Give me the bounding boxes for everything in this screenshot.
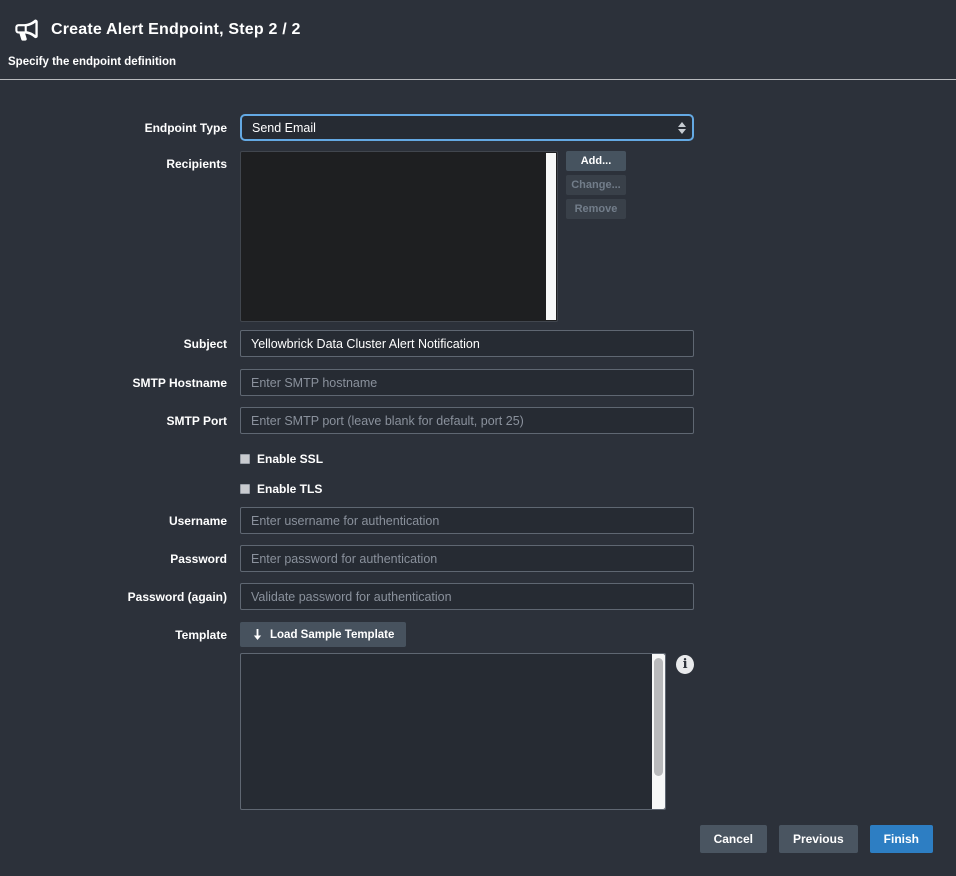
endpoint-type-value: Send Email bbox=[252, 121, 316, 135]
smtp-port-row: SMTP Port bbox=[0, 407, 956, 434]
smtp-hostname-row: SMTP Hostname bbox=[0, 369, 956, 396]
endpoint-form: Endpoint Type Send Email Recipients Add.… bbox=[0, 114, 956, 810]
template-scrollbar-thumb[interactable] bbox=[654, 658, 663, 776]
add-recipient-button[interactable]: Add... bbox=[566, 151, 626, 171]
subject-input[interactable] bbox=[240, 330, 694, 357]
password-input[interactable] bbox=[240, 545, 694, 572]
previous-button[interactable]: Previous bbox=[779, 825, 858, 853]
password-again-input[interactable] bbox=[240, 583, 694, 610]
recipients-buttons: Add... Change... Remove bbox=[566, 151, 626, 322]
enable-tls-row: Enable TLS bbox=[0, 482, 956, 496]
download-arrow-icon bbox=[252, 629, 263, 641]
select-spinner-icon bbox=[678, 122, 686, 134]
enable-ssl-label: Enable SSL bbox=[257, 452, 323, 466]
enable-ssl-checkbox[interactable] bbox=[240, 454, 250, 464]
subject-row: Subject bbox=[0, 330, 956, 357]
smtp-hostname-label: SMTP Hostname bbox=[0, 376, 240, 390]
endpoint-type-select[interactable]: Send Email bbox=[240, 114, 694, 141]
enable-tls-label: Enable TLS bbox=[257, 482, 322, 496]
smtp-port-input[interactable] bbox=[240, 407, 694, 434]
megaphone-icon bbox=[10, 14, 44, 46]
template-textarea[interactable] bbox=[241, 654, 665, 809]
password-row: Password bbox=[0, 545, 956, 572]
remove-recipient-button[interactable]: Remove bbox=[566, 199, 626, 219]
username-label: Username bbox=[0, 514, 240, 528]
load-sample-template-button[interactable]: Load Sample Template bbox=[240, 622, 406, 647]
cancel-button[interactable]: Cancel bbox=[700, 825, 767, 853]
finish-button[interactable]: Finish bbox=[870, 825, 933, 853]
dialog-header: Create Alert Endpoint, Step 2 / 2 bbox=[0, 0, 956, 46]
dialog-footer: Cancel Previous Finish bbox=[700, 825, 933, 853]
template-textarea-frame bbox=[240, 653, 666, 810]
template-editor-row: i bbox=[0, 653, 956, 810]
change-recipient-button[interactable]: Change... bbox=[566, 175, 626, 195]
username-row: Username bbox=[0, 507, 956, 534]
enable-tls-checkbox[interactable] bbox=[240, 484, 250, 494]
template-label: Template bbox=[0, 628, 240, 642]
template-header-row: Template Load Sample Template bbox=[0, 622, 956, 647]
page-subtitle: Specify the endpoint definition bbox=[8, 56, 956, 68]
endpoint-type-label: Endpoint Type bbox=[0, 121, 240, 135]
template-scrollbar[interactable] bbox=[652, 654, 665, 809]
endpoint-type-row: Endpoint Type Send Email bbox=[0, 114, 956, 141]
info-icon[interactable]: i bbox=[676, 655, 694, 674]
password-label: Password bbox=[0, 552, 240, 566]
password-again-row: Password (again) bbox=[0, 583, 956, 610]
enable-ssl-row: Enable SSL bbox=[0, 452, 956, 466]
recipients-label: Recipients bbox=[0, 151, 240, 171]
password-again-label: Password (again) bbox=[0, 590, 240, 604]
recipients-row: Recipients Add... Change... Remove bbox=[0, 151, 956, 322]
recipients-scrollbar[interactable] bbox=[546, 153, 556, 320]
page-title: Create Alert Endpoint, Step 2 / 2 bbox=[51, 21, 301, 39]
header-divider bbox=[0, 79, 956, 80]
username-input[interactable] bbox=[240, 507, 694, 534]
smtp-port-label: SMTP Port bbox=[0, 414, 240, 428]
smtp-hostname-input[interactable] bbox=[240, 369, 694, 396]
recipients-listbox[interactable] bbox=[240, 151, 558, 322]
subject-label: Subject bbox=[0, 337, 240, 351]
